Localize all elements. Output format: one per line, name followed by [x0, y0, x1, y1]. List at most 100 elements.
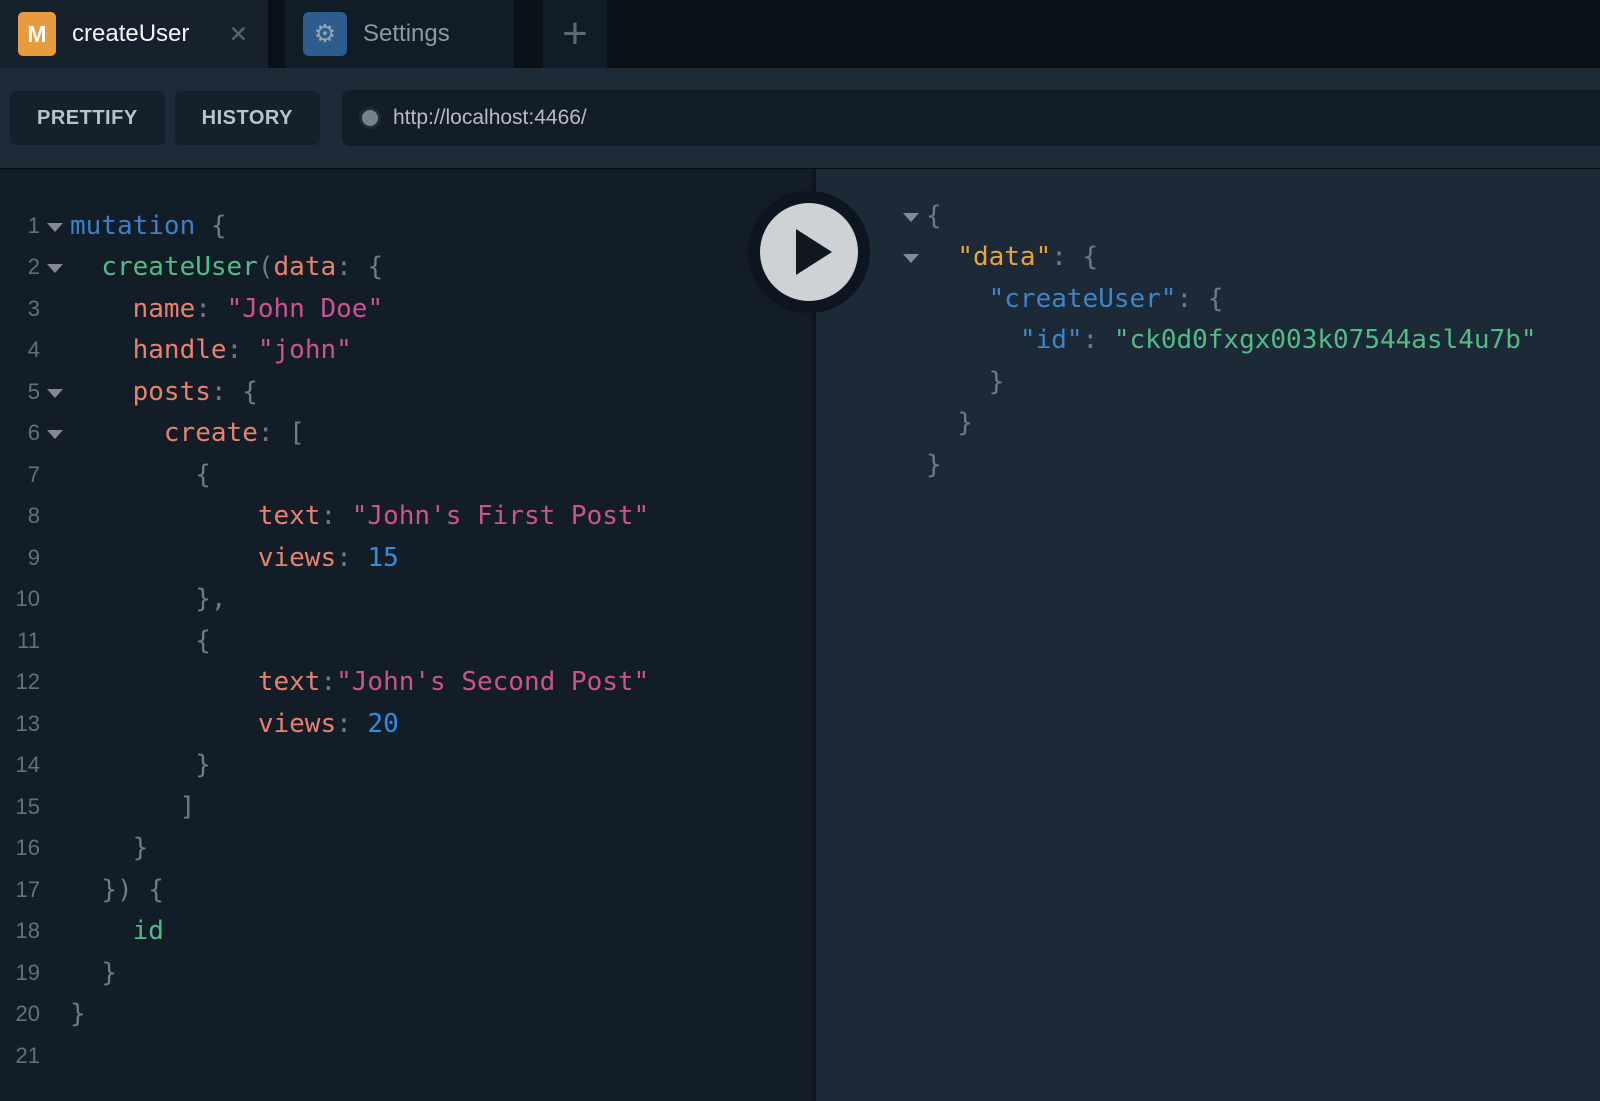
play-icon	[796, 229, 832, 275]
plus-icon: +	[562, 12, 588, 56]
line-number: 6	[0, 420, 40, 446]
new-tab-button[interactable]: +	[543, 0, 607, 68]
code-text: }	[70, 999, 86, 1029]
code-line: 4 handle: "john"	[0, 330, 812, 372]
code-text: text: "John's First Post"	[70, 501, 649, 531]
code-line: 15 ]	[0, 786, 812, 828]
history-button[interactable]: HISTORY	[175, 91, 320, 145]
code-text: }	[70, 750, 211, 780]
code-line: }	[816, 403, 1600, 445]
line-number: 8	[0, 503, 40, 529]
code-text: posts: {	[70, 377, 258, 407]
code-line: 1 mutation {	[0, 205, 812, 247]
toolbar: PRETTIFY HISTORY http://localhost:4466/	[0, 68, 1600, 168]
line-number: 12	[0, 669, 40, 695]
code-line: 21	[0, 1035, 812, 1077]
line-number: 20	[0, 1001, 40, 1027]
endpoint-input[interactable]: http://localhost:4466/	[342, 90, 1600, 146]
code-line: 12 text:"John's Second Post"	[0, 662, 812, 704]
fold-arrow-icon[interactable]	[40, 427, 70, 439]
code-line: }	[816, 444, 1600, 486]
code-text: ]	[70, 792, 195, 822]
code-line: 5 posts: {	[0, 371, 812, 413]
code-text: {	[70, 460, 211, 490]
code-line: 7 {	[0, 454, 812, 496]
code-text: views: 15	[70, 543, 399, 573]
code-line: 6 create: [	[0, 413, 812, 455]
response-viewer: { "data": { "createUser": { "id": "ck0d0…	[812, 169, 1600, 1101]
close-icon[interactable]: ✕	[227, 21, 250, 48]
code-line: 20}	[0, 994, 812, 1036]
code-text: text:"John's Second Post"	[70, 667, 649, 697]
code-text: {	[70, 626, 211, 656]
line-number: 9	[0, 545, 40, 571]
playground-content: 1mutation {2 createUser(data: {3 name: "…	[0, 168, 1600, 1101]
code-text: {	[926, 201, 942, 231]
gear-icon: ⚙	[303, 12, 347, 56]
code-line: {	[816, 195, 1600, 237]
code-text: handle: "john"	[70, 335, 352, 365]
tab-createuser[interactable]: M createUser ✕	[0, 0, 268, 68]
code-text: "createUser": {	[926, 284, 1223, 314]
fold-arrow-icon[interactable]	[896, 210, 926, 222]
line-number: 11	[0, 628, 40, 654]
code-line: "data": {	[816, 237, 1600, 279]
line-number: 10	[0, 586, 40, 612]
code-text: "id": "ck0d0fxgx003k07544asl4u7b"	[926, 325, 1537, 355]
code-line: 19 }	[0, 952, 812, 994]
code-line: 17 }) {	[0, 869, 812, 911]
execute-query-button[interactable]	[748, 191, 870, 313]
line-number: 7	[0, 462, 40, 488]
code-text: }	[926, 367, 1004, 397]
tab-label: createUser	[72, 20, 189, 48]
line-number: 21	[0, 1043, 40, 1069]
fold-arrow-icon[interactable]	[40, 386, 70, 398]
code-line: 16 }	[0, 828, 812, 870]
tab-bar: M createUser ✕ ⚙ Settings +	[0, 0, 1600, 68]
line-number: 1	[0, 213, 40, 239]
tab-settings[interactable]: ⚙ Settings	[285, 0, 514, 68]
code-line: "createUser": {	[816, 278, 1600, 320]
code-text: create: [	[70, 418, 305, 448]
code-text: createUser(data: {	[70, 252, 383, 282]
code-line: 13 views: 20	[0, 703, 812, 745]
code-text: }) {	[70, 875, 164, 905]
mutation-badge: M	[18, 12, 56, 56]
code-line: }	[816, 361, 1600, 403]
code-text: "data": {	[926, 242, 1098, 272]
endpoint-url: http://localhost:4466/	[393, 106, 587, 130]
code-line: 9 views: 15	[0, 537, 812, 579]
code-text: }	[70, 958, 117, 988]
line-number: 15	[0, 794, 40, 820]
code-line: 18 id	[0, 911, 812, 953]
line-number: 16	[0, 835, 40, 861]
code-text: views: 20	[70, 709, 399, 739]
code-line: 11 {	[0, 620, 812, 662]
code-text: name: "John Doe"	[70, 294, 383, 324]
prettify-button[interactable]: PRETTIFY	[10, 91, 165, 145]
line-number: 2	[0, 254, 40, 280]
code-line: "id": "ck0d0fxgx003k07544asl4u7b"	[816, 320, 1600, 362]
code-line: 10 },	[0, 579, 812, 621]
code-text: id	[70, 916, 164, 946]
line-number: 14	[0, 752, 40, 778]
line-number: 3	[0, 296, 40, 322]
code-line: 3 name: "John Doe"	[0, 288, 812, 330]
code-text: }	[926, 450, 942, 480]
line-number: 18	[0, 918, 40, 944]
query-editor[interactable]: 1mutation {2 createUser(data: {3 name: "…	[0, 169, 812, 1101]
code-text: mutation {	[70, 211, 227, 241]
endpoint-status-dot	[362, 110, 378, 126]
play-button-circle	[760, 203, 858, 301]
code-line: 2 createUser(data: {	[0, 247, 812, 289]
line-number: 4	[0, 337, 40, 363]
fold-arrow-icon[interactable]	[40, 261, 70, 273]
code-text: },	[70, 584, 227, 614]
fold-arrow-icon[interactable]	[40, 220, 70, 232]
line-number: 13	[0, 711, 40, 737]
fold-arrow-icon[interactable]	[896, 251, 926, 263]
line-number: 17	[0, 877, 40, 903]
code-line: 8 text: "John's First Post"	[0, 496, 812, 538]
code-text: }	[70, 833, 148, 863]
code-text: }	[926, 408, 973, 438]
